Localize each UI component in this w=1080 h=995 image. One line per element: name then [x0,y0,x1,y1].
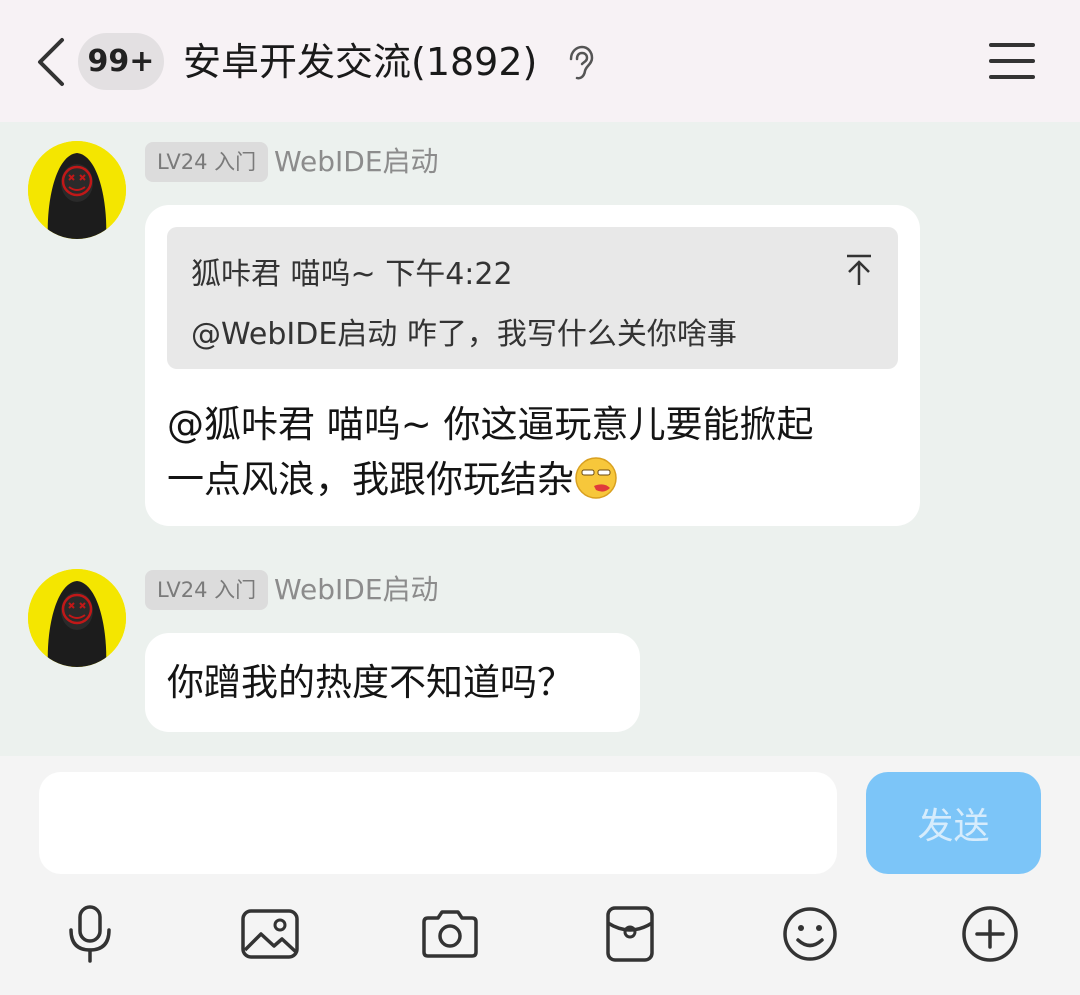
level-badge: LV24 入门 [145,570,269,610]
emoji-icon [783,907,837,961]
red-packet-icon [606,906,654,962]
smirk-emoji-icon [575,457,617,499]
message-list[interactable]: LV24 入门 WebIDE启动 狐咔君 喵呜~ 下午4:22 @WebIDE启… [0,122,1080,756]
ear-icon[interactable] [565,45,595,81]
message-text-line: @狐咔君 喵呜~ 你这逼玩意儿要能掀起 [167,403,814,446]
back-arrow-icon[interactable] [30,36,70,88]
camera-icon [422,910,478,958]
menu-icon[interactable] [988,40,1036,82]
message-bubble[interactable]: 你蹭我的热度不知道吗？ [145,633,640,732]
group-title[interactable]: 安卓开发交流(1892) [183,36,537,88]
voice-button[interactable] [58,902,122,966]
input-bar: 发送 [0,756,1080,995]
message-input[interactable] [39,772,837,874]
image-icon [241,909,299,959]
jump-to-quote-icon[interactable] [844,253,874,287]
camera-button[interactable] [418,902,482,966]
hooded-figure-icon [28,569,126,667]
sender-name[interactable]: WebIDE启动 [274,570,439,610]
red-packet-button[interactable] [598,902,662,966]
plus-icon [962,906,1018,962]
mic-icon [69,905,111,963]
send-button[interactable]: 发送 [866,772,1041,874]
avatar[interactable] [28,569,126,667]
quote-text: @WebIDE启动 咋了，我写什么关你啥事 [191,317,737,352]
avatar[interactable] [28,141,126,239]
message-text-span: 一点风浪，我跟你玩结杂 [167,458,574,501]
sender-name[interactable]: WebIDE启动 [274,142,439,182]
message-text-line: 一点风浪，我跟你玩结杂 [167,452,814,507]
hooded-figure-icon [28,141,126,239]
quoted-message[interactable]: 狐咔君 喵呜~ 下午4:22 @WebIDE启动 咋了，我写什么关你啥事 [167,227,898,369]
emoji-button[interactable] [778,902,842,966]
message-text: @狐咔君 喵呜~ 你这逼玩意儿要能掀起 一点风浪，我跟你玩结杂 [167,397,814,507]
quote-header: 狐咔君 喵呜~ 下午4:22 [191,257,513,292]
gallery-button[interactable] [238,902,302,966]
level-badge: LV24 入门 [145,142,269,182]
message-bubble[interactable]: 狐咔君 喵呜~ 下午4:22 @WebIDE启动 咋了，我写什么关你啥事 @狐咔… [145,205,920,526]
unread-badge[interactable]: 99+ [78,33,164,90]
more-button[interactable] [958,902,1022,966]
chat-header: 99+ 安卓开发交流(1892) [0,0,1080,122]
message-text: 你蹭我的热度不知道吗？ [167,661,574,704]
